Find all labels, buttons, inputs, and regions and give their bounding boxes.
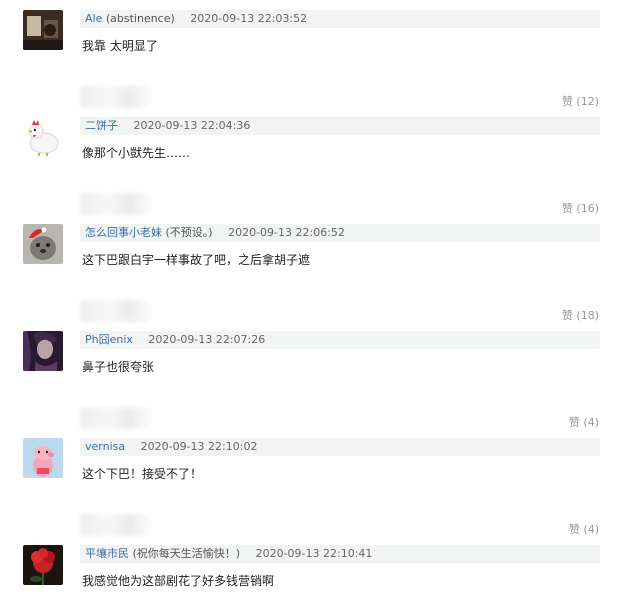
avatar[interactable] <box>23 10 63 50</box>
comment-time: 2020-09-13 22:10:02 <box>140 440 258 453</box>
user-note: (祝你每天生活愉快！) <box>132 547 241 560</box>
comment-meta: vernisa 2020-09-13 22:10:02 <box>80 438 600 456</box>
comment-text: 我靠 太明显了 <box>82 39 158 53</box>
comment-text: 像那个小獃先生…… <box>82 146 191 160</box>
blurred-reply <box>80 407 150 429</box>
blurred-reply <box>80 514 150 536</box>
username-link[interactable]: vernisa <box>85 440 125 453</box>
comment-meta: Ph囧enix 2020-09-13 22:07:26 <box>80 331 600 349</box>
like-button[interactable]: 赞 (16) <box>562 200 599 216</box>
like-button[interactable]: 赞 (12) <box>562 93 599 109</box>
comment-time: 2020-09-13 22:06:52 <box>228 226 345 239</box>
blurred-reply <box>80 300 150 322</box>
username-link[interactable]: 平壤市民 <box>85 547 129 560</box>
user-note: (不预设。) <box>165 226 213 239</box>
comment-text: 这下巴跟白宇一样事故了吧，之后拿胡子遮 <box>82 253 311 267</box>
comment-meta: 平壤市民 (祝你每天生活愉快！) 2020-09-13 22:10:41 <box>80 545 600 563</box>
comment-time: 2020-09-13 22:04:36 <box>133 119 251 132</box>
avatar[interactable] <box>23 331 63 371</box>
user-note: (abstinence) <box>105 12 175 25</box>
avatar[interactable] <box>23 224 63 264</box>
blurred-reply <box>80 86 150 108</box>
avatar[interactable] <box>23 545 63 585</box>
blurred-reply <box>80 193 150 215</box>
comment-text: 鼻子也很夸张 <box>82 360 155 374</box>
comment-time: 2020-09-13 22:10:41 <box>255 547 373 560</box>
comment-list: Ale (abstinence) 2020-09-13 22:03:52 我靠 … <box>0 0 641 612</box>
username-link[interactable]: 二饼子 <box>85 119 118 132</box>
avatar[interactable] <box>23 438 63 478</box>
comment-meta: 二饼子 2020-09-13 22:04:36 <box>80 117 600 135</box>
username-link[interactable]: Ale <box>85 12 102 25</box>
comment-time: 2020-09-13 22:03:52 <box>190 12 308 25</box>
avatar[interactable] <box>23 117 63 157</box>
username-link[interactable]: 怎么回事小老妹 <box>85 226 162 239</box>
comment-time: 2020-09-13 22:07:26 <box>148 333 266 346</box>
username-link[interactable]: Ph囧enix <box>85 333 133 346</box>
like-button[interactable]: 赞 (4) <box>569 521 599 537</box>
comment-meta: Ale (abstinence) 2020-09-13 22:03:52 <box>80 10 600 28</box>
comment-text: 这个下巴！接受不了！ <box>82 467 203 481</box>
comment-meta: 怎么回事小老妹 (不预设。) 2020-09-13 22:06:52 <box>80 224 600 242</box>
like-button[interactable]: 赞 (18) <box>562 307 599 323</box>
like-button[interactable]: 赞 (4) <box>569 414 599 430</box>
comment-text: 我感觉他为这部剧花了好多钱营销啊 <box>82 574 275 588</box>
